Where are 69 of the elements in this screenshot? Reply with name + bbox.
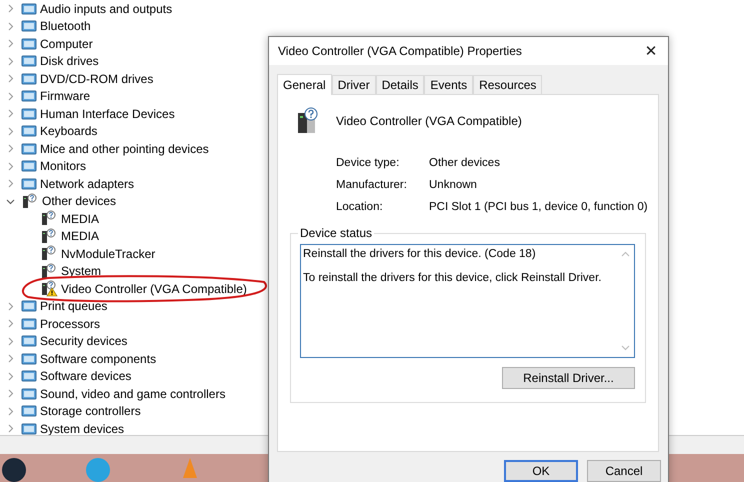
device-category-icon: [21, 368, 37, 384]
tree-item[interactable]: Mice and other pointing devices: [40, 142, 209, 156]
property-value: Unknown: [429, 179, 478, 191]
property-label: Manufacturer:: [336, 179, 408, 191]
tree-item[interactable]: MEDIA: [61, 212, 100, 226]
tree-item[interactable]: Firmware: [40, 89, 90, 104]
tree-item[interactable]: MEDIA: [61, 229, 100, 244]
group-title: Device status: [298, 226, 374, 240]
reinstall-driver-button[interactable]: Reinstall Driver...: [502, 367, 635, 389]
dialog-title: Video Controller (VGA Compatible) Properties: [278, 44, 522, 58]
tree-item[interactable]: Processors: [40, 316, 100, 331]
tree-item[interactable]: Security devices: [40, 334, 128, 348]
property-label: Device type:: [336, 157, 400, 169]
property-label: Location:: [336, 201, 384, 213]
tree-item[interactable]: Keyboards: [40, 124, 98, 138]
tree-item[interactable]: Human Interface Devices: [40, 106, 175, 121]
status-text-box[interactable]: Reinstall the drivers for this device. (Code 18) To reinstall the drivers for this device, click Reinstall Driver.: [300, 244, 635, 358]
device-name: Video Controller (VGA Compatible): [336, 114, 522, 128]
tree-item[interactable]: Sound, video and game controllers: [40, 386, 226, 401]
device-category-icon: [21, 176, 37, 192]
tree-item[interactable]: NvModuleTracker: [61, 246, 156, 261]
tree-item[interactable]: Disk drives: [40, 54, 99, 68]
tree-item[interactable]: Computer: [40, 36, 93, 51]
status-message: Reinstall the drivers for this device. (Code 18): [303, 248, 537, 260]
device-category-icon: [21, 88, 37, 104]
device-category-icon: [21, 70, 37, 87]
tree-item[interactable]: Storage controllers: [40, 404, 141, 418]
tree-item[interactable]: Network adapters: [40, 176, 134, 191]
device-category-icon: [21, 403, 37, 420]
tree-item[interactable]: Print queues: [40, 299, 108, 314]
cancel-button[interactable]: Cancel: [587, 460, 661, 482]
device-category-icon: [21, 316, 37, 332]
device-category-icon: [21, 350, 37, 367]
tree-item[interactable]: DVD/CD-ROM drives: [40, 72, 154, 86]
app-icon[interactable]: [2, 458, 26, 482]
tree-item[interactable]: System devices: [40, 422, 124, 436]
device-category-icon: [21, 106, 37, 122]
tree-item[interactable]: Audio inputs and outputs: [40, 2, 172, 16]
device-category-icon: [21, 158, 37, 174]
device-category-icon: [21, 123, 37, 140]
tree-item[interactable]: Monitors: [40, 159, 86, 174]
tree-item[interactable]: Other devices: [42, 194, 116, 208]
scroll-down-icon: [621, 345, 630, 351]
device-category-icon: [21, 298, 37, 314]
scroll-up-icon: [621, 251, 630, 257]
tab[interactable]: Details: [376, 75, 424, 94]
tree-item[interactable]: Bluetooth: [40, 19, 91, 34]
ok-button[interactable]: OK: [504, 460, 578, 482]
property-value: Other devices: [429, 157, 501, 169]
tree-item[interactable]: Software components: [40, 352, 156, 366]
close-button[interactable]: ✕: [634, 37, 668, 65]
device-category-icon: [21, 18, 37, 34]
device-category-icon: [21, 386, 37, 402]
tab[interactable]: Resources: [473, 75, 542, 94]
property-value: PCI Slot 1 (PCI bus 1, device 0, function 0): [429, 201, 649, 213]
tree-item[interactable]: System: [61, 264, 102, 278]
status-message: To reinstall the drivers for this device, click Reinstall Driver.: [303, 272, 602, 284]
unknown-device-icon: [295, 107, 319, 135]
tab[interactable]: General: [277, 74, 332, 95]
device-category-icon: [21, 420, 37, 436]
device-category-icon: [21, 36, 37, 52]
tree-item[interactable]: Software devices: [40, 369, 132, 384]
device-category-icon: [21, 140, 37, 157]
device-category-icon: [21, 0, 37, 17]
unknown-device-icon: [21, 192, 39, 210]
tab[interactable]: Events: [424, 75, 474, 94]
device-category-icon: [21, 53, 37, 70]
device-category-icon: [21, 333, 37, 350]
tab[interactable]: Driver: [332, 75, 376, 94]
